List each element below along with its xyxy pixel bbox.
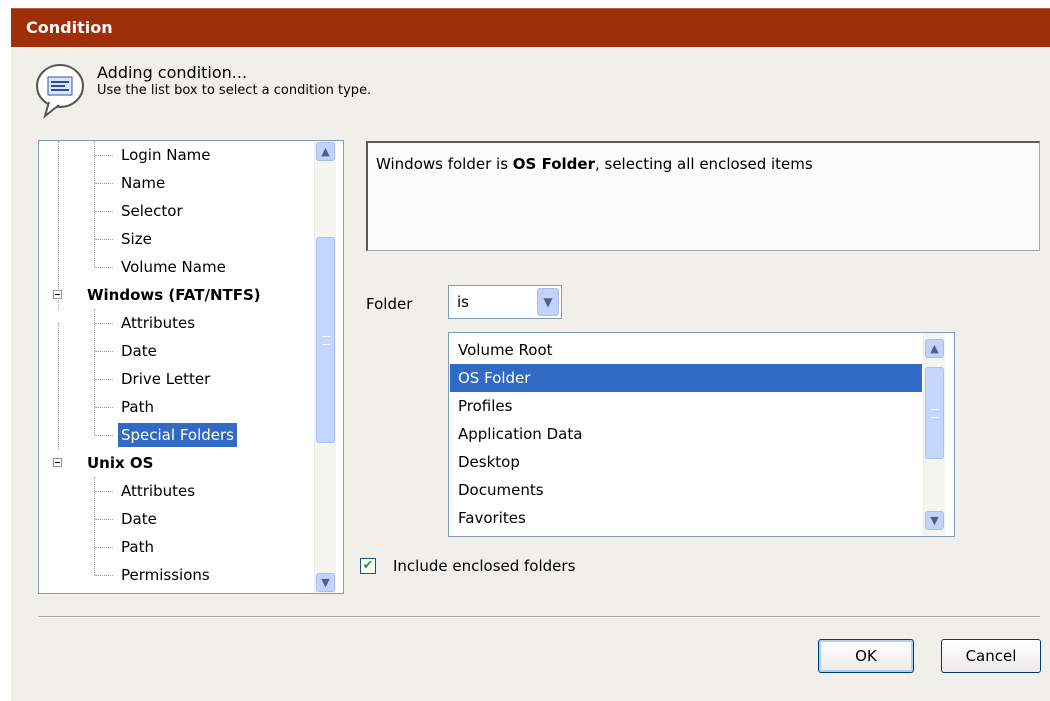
folder-option[interactable]: Favorites [450,504,922,532]
tree-item-label: Date [121,510,157,528]
tree-item-label: Permissions [121,566,210,584]
title-bar[interactable]: Condition [11,8,1050,47]
scroll-up-icon[interactable]: ▲ [925,339,944,358]
collapse-icon[interactable] [53,290,62,299]
tree-item-label: Attributes [121,314,196,332]
description-value: OS Folder [512,155,595,173]
tree-item[interactable]: Attributes [39,309,311,337]
dialog-title: Condition [26,18,113,37]
tree-item-label: Attributes [121,482,196,500]
tree-item-label: Unix OS [87,454,154,472]
folder-option[interactable]: Desktop [450,448,922,476]
include-enclosed-checkbox[interactable]: ✔ [360,558,376,574]
tree-item-label: Size [121,230,152,248]
chevron-down-icon[interactable]: ▼ [537,288,559,316]
tree-item[interactable]: Login Name [39,141,311,169]
folder-option[interactable]: Application Data [450,420,922,448]
tree-item-label: Path [121,538,154,556]
description-prefix: Windows folder is [376,155,513,173]
tree-item[interactable]: Special Folders [39,421,311,449]
speech-bubble-icon [36,64,84,119]
divider [38,616,1040,618]
dialog-header: Adding condition... Use the list box to … [35,62,935,132]
tree-item[interactable]: Drive Letter [39,365,311,393]
header-hint: Use the list box to select a condition t… [97,83,372,98]
folder-option[interactable]: Volume Root [450,336,922,364]
tree-item[interactable]: Date [39,337,311,365]
tree-item[interactable]: Selector [39,197,311,225]
folder-operator-select[interactable]: is ▼ [448,285,562,319]
folder-option[interactable]: OS Folder [450,364,922,392]
tree-item-label: Windows (FAT/NTFS) [87,286,261,304]
tree-item-label: Login Name [121,146,211,164]
tree-scrollbar[interactable]: ▲ ▼ [314,141,336,593]
folder-option[interactable]: Documents [450,476,922,504]
tree-item-label: Special Folders [118,423,237,447]
header-title: Adding condition... [97,63,248,82]
tree-item-label: Selector [121,202,183,220]
scroll-thumb[interactable] [316,237,335,443]
scroll-down-icon[interactable]: ▼ [316,573,335,592]
tree-item[interactable]: Date [39,505,311,533]
tree-group-item[interactable]: Windows (FAT/NTFS) [39,281,311,309]
tree-item-label: Path [121,398,154,416]
scroll-up-icon[interactable]: ▲ [316,142,335,161]
tree-item-label: Volume Name [121,258,226,276]
collapse-icon[interactable] [53,458,62,467]
tree-item[interactable]: Path [39,393,311,421]
tree-item[interactable]: Volume Name [39,253,311,281]
tree-item-label: Date [121,342,157,360]
tree-item[interactable]: Permissions [39,561,311,589]
cancel-button[interactable]: Cancel [941,639,1041,673]
condition-dialog: Condition Adding condition... Use the li… [11,8,1050,701]
folder-listbox[interactable]: Volume Root OS Folder Profiles Application … [448,332,955,537]
scroll-thumb[interactable] [925,367,944,459]
folder-operator-value: is [457,293,469,311]
tree-item-label: Name [121,174,166,192]
condition-description: Windows folder is OS Folder, selecting a… [366,141,1040,251]
tree-item[interactable]: Name [39,169,311,197]
folder-label: Folder [366,295,413,313]
tree-item-label: Drive Letter [121,370,211,388]
folder-option[interactable]: Profiles [450,392,922,420]
ok-button[interactable]: OK [818,639,914,673]
include-enclosed-label[interactable]: Include enclosed folders [393,557,575,575]
tree-item[interactable]: Size [39,225,311,253]
tree-item[interactable]: Attributes [39,477,311,505]
tree-item[interactable]: Path [39,533,311,561]
description-suffix: , selecting all enclosed items [594,155,813,173]
condition-type-tree[interactable]: Login Name Name Selector Size Volume Name Win… [38,140,344,594]
scroll-down-icon[interactable]: ▼ [925,511,944,530]
tree-group-item[interactable]: Unix OS [39,449,311,477]
list-scrollbar[interactable]: ▲ ▼ [923,333,945,536]
